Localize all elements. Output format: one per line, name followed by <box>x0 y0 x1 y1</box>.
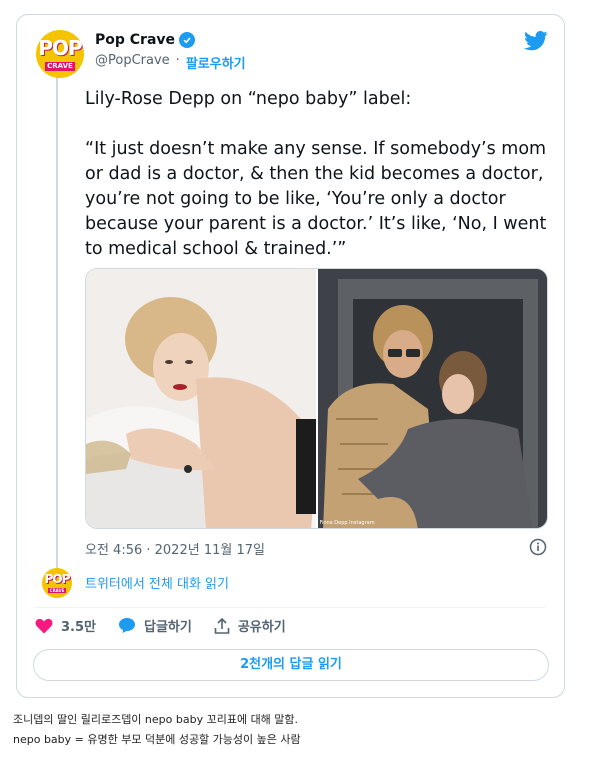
verified-badge-icon <box>179 32 196 48</box>
author-avatar[interactable]: POP CRAVE <box>36 30 84 78</box>
twitter-bird-icon[interactable] <box>524 31 548 51</box>
avatar-logo-bottom: CRAVE <box>45 62 75 71</box>
author-handle-row: @PopCrave · 팔로우하기 <box>95 53 246 72</box>
tweet-timestamp[interactable]: 오전 4:56 · 2022년 11월 17일 <box>85 539 265 558</box>
photo-lily-rose[interactable] <box>86 269 316 528</box>
tweet-text: Lily-Rose Depp on “nepo baby” label: “It… <box>85 89 547 259</box>
like-count: 3.5만 <box>61 620 96 635</box>
like-button[interactable]: 3.5만 <box>35 616 96 635</box>
photo-johnny-and-lily[interactable]: Fiona Depp Instagram <box>317 269 547 528</box>
share-label: 공유하기 <box>237 620 286 635</box>
author-name[interactable]: Pop Crave <box>95 32 175 48</box>
author-name-row: Pop Crave <box>95 32 196 48</box>
divider <box>35 607 546 608</box>
author-handle[interactable]: @PopCrave <box>95 53 170 72</box>
caption-line-1: 조니뎁의 딸인 릴리로즈뎁이 nepo baby 꼬리표에 대해 말함. <box>13 713 299 726</box>
share-upload-icon <box>214 617 230 634</box>
avatar-logo-top: POP <box>38 36 82 60</box>
tweet-media[interactable]: Fiona Depp Instagram <box>85 268 548 529</box>
photo-johnny-and-lily-illustration <box>317 269 547 528</box>
conversation-avatar-logo-bottom: CRAVE <box>48 588 66 593</box>
read-replies-button[interactable]: 2천개의 답글 읽기 <box>33 649 549 681</box>
photo-credit: Fiona Depp Instagram <box>319 520 375 526</box>
tweet-embed-card: POP CRAVE Pop Crave @PopCrave · 팔로우하기 Li… <box>16 14 565 698</box>
caption-line-2: nepo baby = 유명한 부모 덕분에 성공할 가능성이 높은 사람 <box>13 733 301 746</box>
separator-dot: · <box>175 53 180 68</box>
info-icon[interactable] <box>529 538 547 556</box>
share-button[interactable]: 공유하기 <box>214 616 286 635</box>
conversation-avatar-logo-top: POP <box>44 572 71 586</box>
read-conversation-link[interactable]: 트위터에서 전체 대화 읽기 <box>85 573 229 592</box>
photo-lily-rose-illustration <box>86 269 316 528</box>
heart-icon <box>35 618 53 633</box>
reply-bubble-icon <box>119 618 135 633</box>
tweet-actions: 3.5만 답글하기 공유하기 <box>35 616 308 635</box>
follow-button[interactable]: 팔로우하기 <box>186 53 246 72</box>
conversation-avatar[interactable]: POP CRAVE <box>42 568 72 598</box>
thread-line <box>56 77 58 575</box>
reply-label: 답글하기 <box>144 620 192 635</box>
reply-button[interactable]: 답글하기 <box>118 616 192 635</box>
